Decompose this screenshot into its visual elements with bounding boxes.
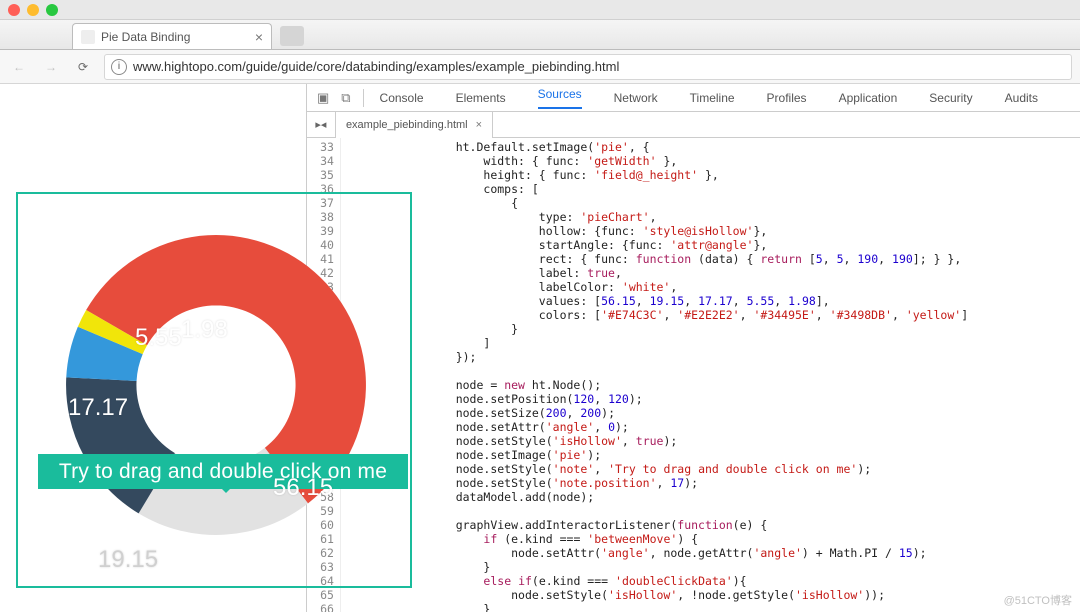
maximize-window-button[interactable] xyxy=(46,4,58,16)
url-field[interactable]: i xyxy=(104,54,1072,80)
open-file-tab[interactable]: example_piebinding.html × xyxy=(335,112,493,138)
devtools-toolbar: ▣ ⧉ Console Elements Sources Network Timelin… xyxy=(307,84,1080,112)
close-file-icon[interactable]: × xyxy=(476,119,482,131)
code-editor[interactable]: ht.Default.setImage('pie', { width: { fu… xyxy=(341,138,1080,612)
pie-label: 1.98 xyxy=(181,316,228,344)
address-bar: ← → ⟳ i xyxy=(0,50,1080,84)
devtools-tab-console[interactable]: Console xyxy=(380,91,424,105)
watermark: @51CTO博客 xyxy=(1004,592,1072,608)
devtools-tab-application[interactable]: Application xyxy=(839,91,898,105)
close-window-button[interactable] xyxy=(8,4,20,16)
devtools-tab-elements[interactable]: Elements xyxy=(456,91,506,105)
note-tooltip: Try to drag and double click on me xyxy=(38,454,408,489)
tab-strip: Pie Data Binding × xyxy=(0,20,1080,50)
pie-label: 5.55 xyxy=(135,324,182,352)
devtools-tab-security[interactable]: Security xyxy=(929,91,972,105)
new-tab-button[interactable] xyxy=(280,26,304,46)
forward-button[interactable]: → xyxy=(40,56,62,78)
url-input[interactable] xyxy=(133,59,1065,74)
navigator-toggle-icon[interactable]: ▸◂ xyxy=(311,118,331,131)
devtools-tab-profiles[interactable]: Profiles xyxy=(767,91,807,105)
open-file-name: example_piebinding.html xyxy=(346,119,468,131)
devtools-tab-sources[interactable]: Sources xyxy=(538,87,582,109)
devtools-tab-audits[interactable]: Audits xyxy=(1005,91,1038,105)
page-viewport: Try to drag and double click on me 56.15… xyxy=(0,84,306,612)
pie-label: 56.15 xyxy=(273,474,333,502)
browser-tab[interactable]: Pie Data Binding × xyxy=(72,23,272,49)
window-controls xyxy=(0,0,1080,20)
close-tab-icon[interactable]: × xyxy=(255,29,263,45)
devtools-panel: ▣ ⧉ Console Elements Sources Network Timelin… xyxy=(306,84,1080,612)
tab-title: Pie Data Binding xyxy=(101,30,190,44)
minimize-window-button[interactable] xyxy=(27,4,39,16)
pie-container[interactable]: Try to drag and double click on me 56.15… xyxy=(16,192,412,588)
pie-label: 17.17 xyxy=(68,394,128,422)
sources-subbar: ▸◂ example_piebinding.html × xyxy=(307,112,1080,138)
site-info-icon[interactable]: i xyxy=(111,59,127,75)
back-button[interactable]: ← xyxy=(8,56,30,78)
devtools-tab-network[interactable]: Network xyxy=(614,91,658,105)
pie-label: 19.15 xyxy=(98,546,158,574)
reload-button[interactable]: ⟳ xyxy=(72,56,94,78)
device-icon[interactable]: ⧉ xyxy=(341,90,350,106)
inspect-icon[interactable]: ▣ xyxy=(317,90,329,106)
devtools-tab-timeline[interactable]: Timeline xyxy=(690,91,735,105)
favicon xyxy=(81,30,95,44)
